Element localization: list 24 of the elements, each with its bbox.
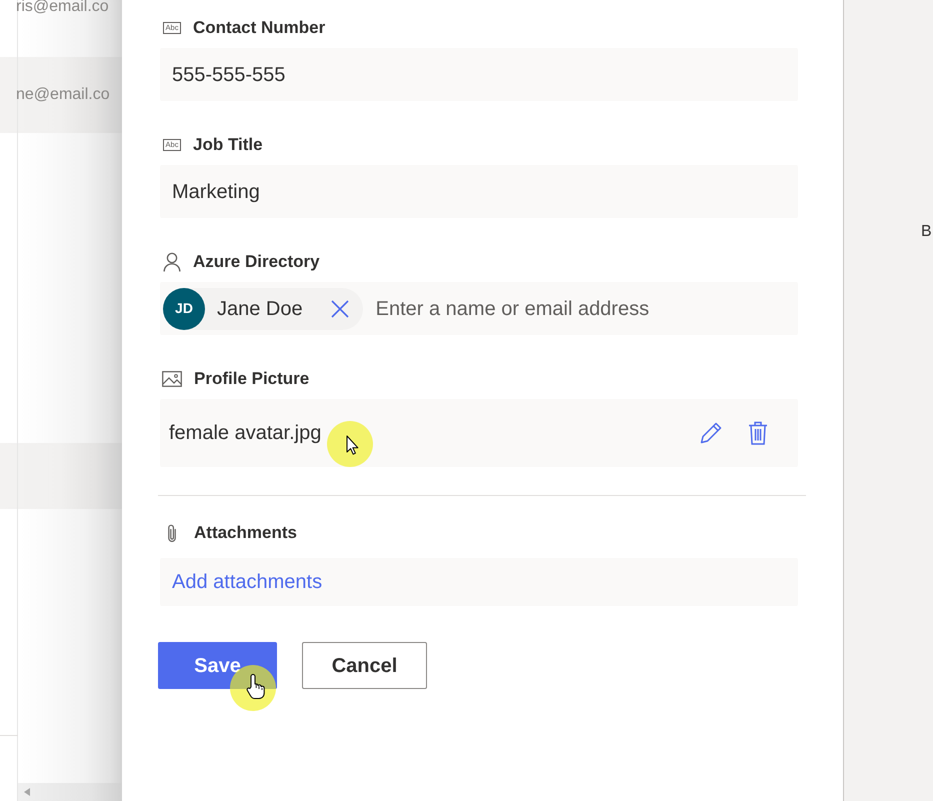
person-chip[interactable]: JD Jane Doe [163, 288, 363, 330]
field-label: Job Title [193, 134, 263, 156]
image-icon [162, 371, 182, 387]
close-icon[interactable] [330, 298, 350, 318]
pencil-icon[interactable] [700, 422, 722, 444]
paperclip-icon [167, 524, 177, 542]
text-field[interactable]: Marketing [160, 165, 798, 218]
cancel-button[interactable]: Cancel [302, 642, 427, 689]
file-name: female avatar.jpg [169, 421, 322, 446]
person-icon [163, 252, 181, 272]
image-field[interactable]: female avatar.jpg [160, 399, 798, 467]
add-attachments-link[interactable]: Add attachments [172, 567, 322, 597]
trash-icon[interactable] [748, 421, 768, 445]
person-name: Jane Doe [217, 296, 303, 322]
field-label: Attachments [194, 522, 297, 544]
field-label: Azure Directory [193, 251, 320, 274]
initials-avatar: JD [163, 288, 205, 330]
field-label: Profile Picture [194, 368, 310, 390]
people-picker-field[interactable]: JD Jane Doe Enter a name or email address [160, 282, 798, 335]
text-field[interactable]: 555-555-555 [160, 48, 798, 101]
email-text: ne@email.co [16, 85, 110, 105]
field-label: Contact Number [193, 17, 326, 40]
cut-off-text: B [921, 223, 932, 240]
attachments-field[interactable]: Add attachments [160, 558, 798, 606]
